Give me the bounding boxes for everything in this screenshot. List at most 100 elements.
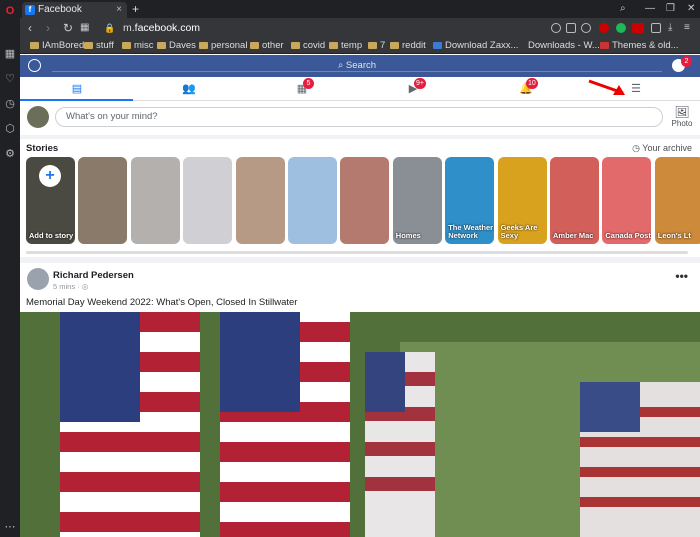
url-domain: facebook.com bbox=[134, 22, 201, 34]
bookmark-link[interactable]: Themes & old... bbox=[600, 38, 679, 54]
extensions-icon[interactable]: ⬡ bbox=[3, 122, 17, 136]
hamburger-menu-icon[interactable]: ☰ bbox=[629, 83, 643, 95]
post-author-avatar[interactable] bbox=[27, 268, 49, 290]
heart-icon[interactable]: ♡ bbox=[3, 72, 17, 86]
tab-facebook[interactable]: f Facebook × bbox=[22, 2, 127, 18]
forward-icon[interactable]: › bbox=[46, 18, 50, 38]
speed-dial-icon[interactable]: ▦ bbox=[3, 47, 17, 61]
bookmarks-bar: IAmBored stuff misc Daves personal other… bbox=[20, 38, 700, 54]
story-card[interactable]: Amber Mac bbox=[550, 157, 599, 244]
folder-icon bbox=[291, 41, 300, 49]
add-to-story-card[interactable]: + Add to story bbox=[26, 157, 75, 244]
themes-favicon-icon bbox=[600, 41, 609, 49]
address-bar: ‹ › ↻ ▦ 🔒 m.facebook.com ⤓ ≡ bbox=[20, 18, 700, 38]
whats-on-mind-input[interactable]: What's on your mind? bbox=[55, 107, 663, 127]
bookmark-folder[interactable]: misc bbox=[122, 38, 154, 54]
minimize-button[interactable]: — bbox=[645, 0, 655, 18]
story-card[interactable] bbox=[130, 157, 180, 244]
avatar[interactable] bbox=[27, 106, 49, 128]
bookmark-label: temp bbox=[341, 40, 363, 51]
news-feed-icon[interactable]: ▤ bbox=[70, 83, 84, 95]
bookmark-label: IAmBored bbox=[42, 40, 85, 51]
tabs-grid-icon[interactable]: ▦ bbox=[80, 18, 89, 38]
more-icon[interactable]: ⋯ bbox=[3, 520, 17, 534]
bookmark-folder[interactable]: reddit bbox=[390, 38, 426, 54]
settings-icon[interactable]: ⚙ bbox=[3, 147, 17, 161]
add-story-plus-icon: + bbox=[39, 165, 61, 187]
url-field[interactable]: m.facebook.com bbox=[123, 18, 200, 38]
your-archive-link[interactable]: ◷ Your archive bbox=[632, 143, 692, 154]
bookmark-folder[interactable]: Daves bbox=[157, 38, 196, 54]
bookmark-folder[interactable]: covid bbox=[291, 38, 325, 54]
bookmark-folder[interactable]: IAmBored bbox=[30, 38, 84, 54]
close-window-button[interactable]: ✕ bbox=[687, 0, 695, 18]
post-text: Memorial Day Weekend 2022: What's Open, … bbox=[26, 297, 298, 308]
facebook-favicon-icon: f bbox=[25, 5, 35, 15]
friends-icon[interactable]: 👥 bbox=[182, 83, 196, 95]
tab-close-icon[interactable]: × bbox=[116, 2, 122, 18]
opera-logo-icon[interactable]: O bbox=[3, 4, 17, 18]
messenger-badge: 2 bbox=[681, 56, 692, 67]
bookmark-link[interactable]: Download Zaxx... bbox=[433, 38, 518, 54]
post-author[interactable]: Richard Pedersen bbox=[53, 270, 134, 281]
story-label: The Weather Network bbox=[448, 223, 494, 240]
folder-icon bbox=[199, 41, 208, 49]
folder-icon bbox=[250, 41, 259, 49]
menu-icon[interactable]: ≡ bbox=[684, 18, 690, 38]
cube-extension-icon[interactable] bbox=[651, 23, 661, 33]
bookmark-label: Daves bbox=[169, 40, 196, 51]
profile-icon[interactable] bbox=[28, 59, 41, 72]
camera-icon[interactable] bbox=[566, 23, 576, 33]
bookmark-folder[interactable]: stuff bbox=[84, 38, 114, 54]
bookmark-link[interactable]: Downloads - W... bbox=[528, 38, 600, 54]
bookmark-folder[interactable]: personal bbox=[199, 38, 247, 54]
story-card[interactable]: Canada Post bbox=[602, 157, 652, 244]
bookmark-folder[interactable]: temp bbox=[329, 38, 362, 54]
grammar-extension-icon[interactable] bbox=[616, 23, 626, 33]
search-input[interactable]: ⌕ Search bbox=[52, 60, 662, 72]
story-label: Canada Post bbox=[605, 231, 651, 240]
story-card[interactable]: Geeks Are Sexy bbox=[497, 157, 547, 244]
red-arrow-annotation-icon bbox=[588, 79, 625, 95]
folder-icon bbox=[84, 41, 93, 49]
story-card[interactable] bbox=[235, 157, 285, 244]
story-card[interactable]: The Weather Network bbox=[445, 157, 495, 244]
bookmark-label: reddit bbox=[402, 40, 426, 51]
vpn-icon[interactable] bbox=[581, 23, 591, 33]
post-image[interactable] bbox=[20, 312, 700, 537]
search-icon: ⌕ bbox=[337, 60, 346, 71]
restore-button[interactable]: ❐ bbox=[666, 0, 675, 18]
tab-bar: f Facebook × + ⌕ — ❐ ✕ bbox=[20, 0, 700, 18]
bookmark-folder[interactable]: 7 bbox=[368, 38, 385, 54]
story-card[interactable]: Leon's Lt bbox=[654, 157, 700, 244]
bookmark-label: Themes & old... bbox=[612, 40, 679, 51]
download-icon[interactable]: ⤓ bbox=[668, 18, 672, 38]
story-card[interactable]: Homes bbox=[392, 157, 442, 244]
post-time: 5 mins · ◎ bbox=[53, 282, 89, 291]
folder-icon bbox=[157, 41, 166, 49]
reload-icon[interactable]: ↻ bbox=[63, 18, 73, 38]
bookmark-label: misc bbox=[134, 40, 154, 51]
new-tab-button[interactable]: + bbox=[132, 0, 139, 18]
marketplace-badge: 5 bbox=[303, 78, 314, 89]
bookmark-label: stuff bbox=[96, 40, 114, 51]
facebook-page: ⌕ Search 2 ▤ 👥 ▦ 5 ▶ 9+ 🔔 10 ☰ What's on… bbox=[20, 55, 700, 537]
pokeball-extension-icon[interactable] bbox=[599, 23, 609, 33]
story-card[interactable] bbox=[340, 157, 390, 244]
back-icon[interactable]: ‹ bbox=[28, 18, 32, 38]
history-icon[interactable]: ◷ bbox=[3, 97, 17, 111]
notifications-badge: 10 bbox=[526, 78, 538, 89]
story-card[interactable] bbox=[183, 157, 233, 244]
post: Richard Pedersen 5 mins · ◎ ••• Memorial… bbox=[20, 263, 700, 537]
extension-icon[interactable] bbox=[551, 23, 561, 33]
post-more-icon[interactable]: ••• bbox=[675, 269, 688, 283]
photo-button[interactable]: 🖼 Photo bbox=[668, 105, 696, 128]
story-card[interactable] bbox=[78, 157, 128, 244]
adblock-extension-icon[interactable] bbox=[632, 23, 644, 33]
bookmark-folder[interactable]: other bbox=[250, 38, 284, 54]
lock-icon: 🔒 bbox=[104, 23, 116, 33]
search-tabs-icon[interactable]: ⌕ bbox=[620, 0, 626, 18]
story-card[interactable] bbox=[288, 157, 337, 244]
photo-label: Photo bbox=[671, 119, 693, 128]
stories-scrollbar[interactable] bbox=[26, 251, 688, 254]
